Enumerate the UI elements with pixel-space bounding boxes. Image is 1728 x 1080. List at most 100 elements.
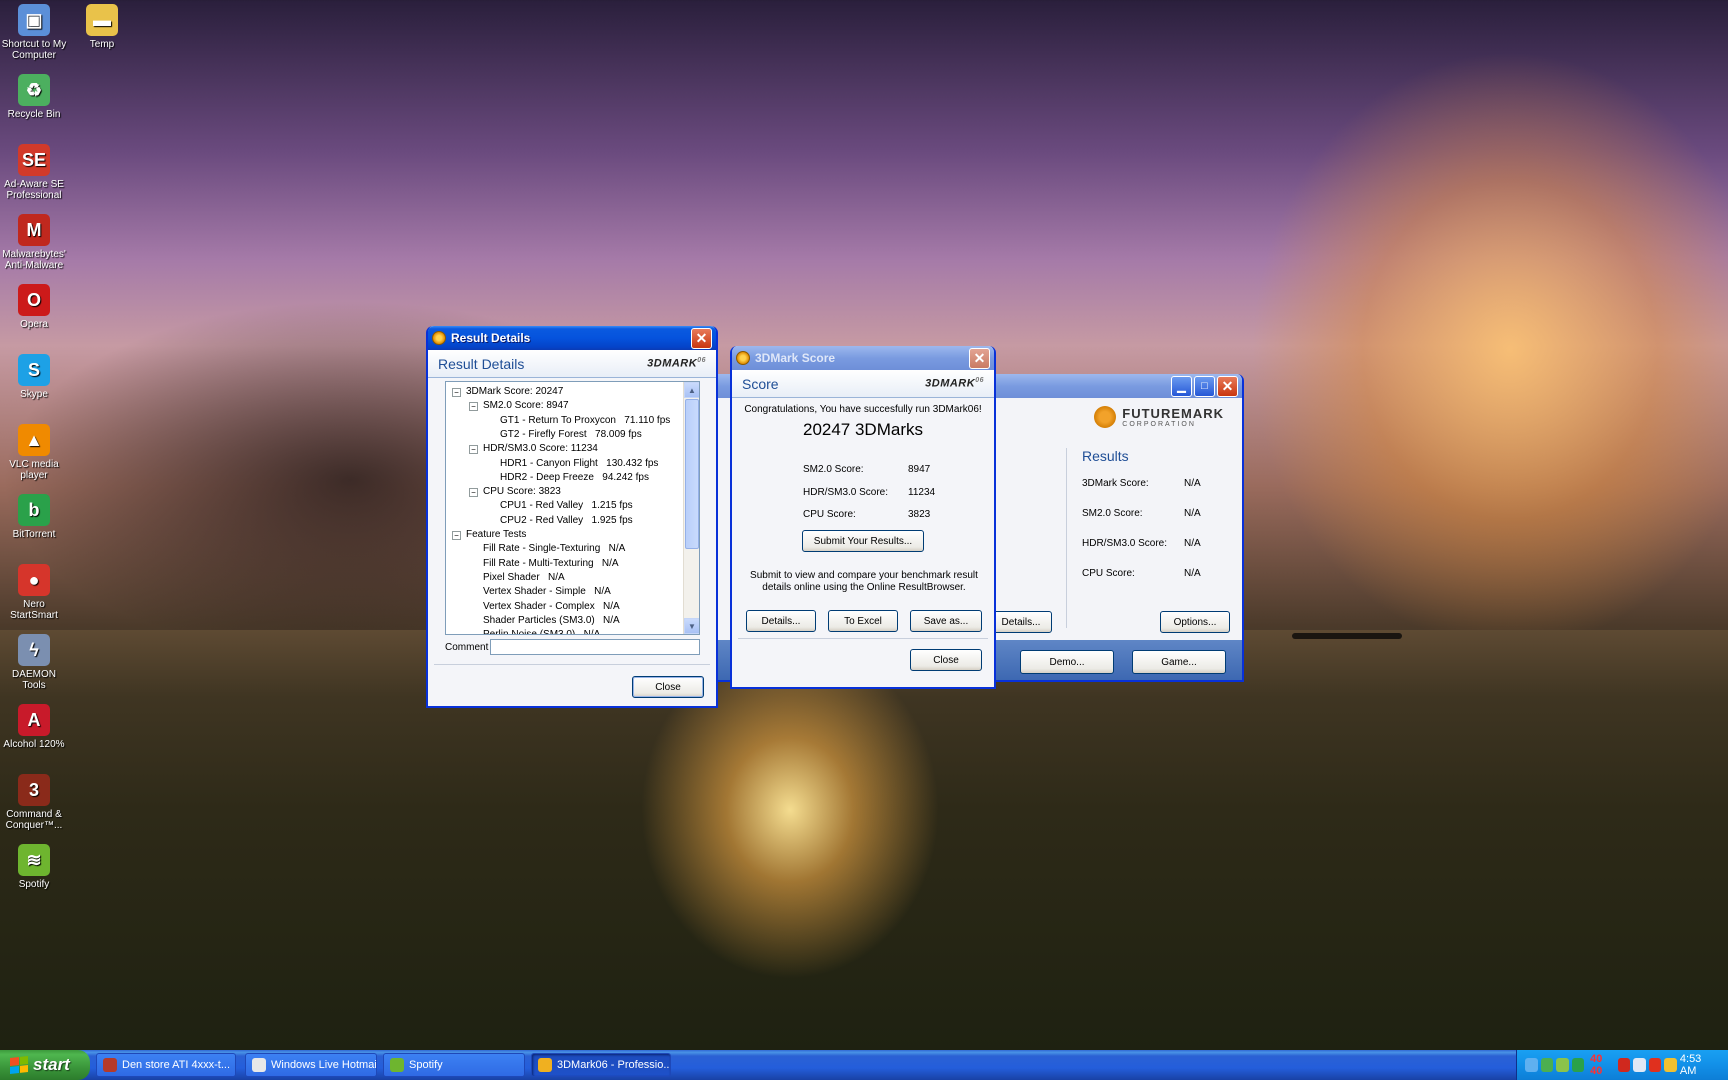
score-row-value: 3823 (908, 509, 931, 520)
tree-expander-icon[interactable]: − (469, 402, 478, 412)
desktop-icon-glyph: M (18, 214, 50, 246)
desktop-icon[interactable]: M Malwarebytes' Anti-Malware (0, 214, 68, 271)
desktop-icon-label: DAEMON Tools (12, 669, 56, 691)
tree-expander-icon[interactable]: − (469, 445, 478, 455)
score-row-value: 8947 (908, 464, 931, 475)
tree-item[interactable]: Fill Rate - Single-Texturing N/A (483, 543, 625, 554)
desktop-icon-label: Ad-Aware SE Professional (4, 179, 64, 201)
result-details-body: Result Details 3DMARK06 ▲ ▼ −3DMark Scor… (428, 350, 716, 706)
details-button[interactable]: Details... (746, 610, 816, 632)
result-details-titlebar[interactable]: Result Details ✕ (428, 326, 716, 350)
scroll-thumb[interactable] (685, 399, 699, 549)
desktop-icon[interactable]: O Opera (0, 284, 68, 330)
tree-expander-icon[interactable]: − (452, 388, 461, 397)
comment-field[interactable] (490, 639, 700, 655)
comment-label: Comment (445, 642, 489, 653)
options-button[interactable]: Options... (1160, 611, 1230, 633)
desktop-icon-label: Malwarebytes' Anti-Malware (2, 249, 66, 271)
tree-item[interactable]: GT1 - Return To Proxycon 71.110 fps (500, 415, 670, 426)
tree-item[interactable]: HDR2 - Deep Freeze 94.242 fps (500, 472, 649, 483)
tree-item[interactable]: CPU Score: 3823 (483, 486, 561, 497)
tray-bittorrent-icon[interactable] (1571, 1058, 1585, 1072)
score-dialog-titlebar[interactable]: 3DMark Score ✕ (732, 346, 994, 370)
tree-expander-icon[interactable]: − (469, 488, 478, 498)
to-excel-button[interactable]: To Excel (828, 610, 898, 632)
tray-daemon-icon[interactable] (1664, 1058, 1677, 1072)
tree-item[interactable]: Shader Particles (SM3.0) N/A (483, 615, 620, 626)
desktop-icon[interactable]: ▲ VLC media player (0, 424, 68, 481)
taskbar-button[interactable]: Spotify (383, 1053, 525, 1077)
desktop-icon[interactable]: ϟ DAEMON Tools (0, 634, 68, 691)
close-icon[interactable]: ✕ (969, 347, 990, 369)
futuremark-brand: FUTUREMARK (1122, 406, 1224, 421)
close-icon[interactable]: ✕ (1217, 375, 1238, 397)
tree-item[interactable]: Vertex Shader - Complex N/A (483, 601, 620, 612)
tree-item[interactable]: Vertex Shader - Simple N/A (483, 586, 611, 597)
desktop-icon-label: Nero StartSmart (10, 599, 58, 621)
tree-item[interactable]: CPU2 - Red Valley 1.925 fps (500, 515, 633, 526)
desktop-icon[interactable]: ▬ Temp (68, 4, 136, 50)
score-dialog[interactable]: 3DMark Score ✕ Score 3DMARK06 Congratula… (730, 346, 996, 689)
desktop-icon[interactable]: 3 Command & Conquer™... (0, 774, 68, 831)
submit-results-button[interactable]: Submit Your Results... (802, 530, 924, 552)
start-label: start (33, 1055, 70, 1074)
taskbar-button-label: Den store ATI 4xxx-t... (122, 1059, 230, 1071)
result-details-close-button[interactable]: Close (632, 676, 704, 698)
desktop-icon[interactable]: b BitTorrent (0, 494, 68, 540)
results-tree[interactable]: ▲ ▼ −3DMark Score: 20247− SM2.0 Score: 89… (445, 381, 700, 635)
tree-scrollbar[interactable]: ▲ ▼ (683, 382, 699, 634)
tray-network-icon[interactable] (1540, 1058, 1554, 1072)
tray-arrow-icon[interactable] (1525, 1058, 1538, 1072)
maximize-icon[interactable]: □ (1194, 375, 1215, 397)
desktop-icon[interactable]: ▣ Shortcut to My Computer (0, 4, 68, 61)
tree-item[interactable]: SM2.0 Score: 8947 (483, 400, 569, 411)
taskbar-button[interactable]: Den store ATI 4xxx-t... (96, 1053, 236, 1077)
start-button[interactable]: start (0, 1050, 90, 1080)
taskbar-button[interactable]: 3DMark06 - Professio... (531, 1053, 671, 1077)
scroll-down-icon[interactable]: ▼ (684, 618, 699, 634)
tray-volume-icon[interactable] (1633, 1058, 1646, 1072)
tree-expander-icon[interactable]: − (452, 531, 461, 540)
game-button[interactable]: Game... (1132, 650, 1226, 674)
tray-antivirus-icon[interactable] (1648, 1058, 1662, 1072)
desktop-icon[interactable]: ● Nero StartSmart (0, 564, 68, 621)
save-as-button[interactable]: Save as... (910, 610, 982, 632)
score-close-button[interactable]: Close (910, 649, 982, 671)
main-details-button[interactable]: Details... (990, 611, 1052, 633)
sky-glow (1250, 50, 1728, 650)
tray-ati-icon[interactable] (1617, 1058, 1631, 1072)
desktop-icon[interactable]: ≋ Spotify (0, 844, 68, 890)
demo-button[interactable]: Demo... (1020, 650, 1114, 674)
tray-security-icon[interactable] (1556, 1058, 1569, 1072)
3dmark-logo-text: 3DMARK (647, 357, 698, 370)
desktop-icon[interactable]: ♻ Recycle Bin (0, 74, 68, 120)
main-result-label: 3DMark Score: (1082, 478, 1149, 489)
result-details-window[interactable]: Result Details ✕ Result Details 3DMARK06… (426, 326, 718, 708)
close-icon[interactable]: ✕ (691, 327, 712, 349)
minimize-icon[interactable]: ▁ (1171, 375, 1192, 397)
desktop-icon[interactable]: A Alcohol 120% (0, 704, 68, 750)
tree-item[interactable]: HDR/SM3.0 Score: 11234 (483, 443, 598, 454)
desktop-icon-glyph: ≋ (18, 844, 50, 876)
3dmark-logo: 3DMARK06 (925, 377, 984, 390)
score-dialog-title: 3DMark Score (755, 351, 836, 365)
score-row-label: HDR/SM3.0 Score: (803, 486, 889, 498)
tree-item[interactable]: Pixel Shader N/A (483, 572, 565, 583)
tree-item[interactable]: GT2 - Firefly Forest 78.009 fps (500, 429, 642, 440)
desktop-icon[interactable]: SE Ad-Aware SE Professional (0, 144, 68, 201)
taskbar-button[interactable]: Windows Live Hotmail... (245, 1053, 377, 1077)
tree-item[interactable]: Fill Rate - Multi-Texturing N/A (483, 558, 619, 569)
desktop-icon-glyph: ▲ (18, 424, 50, 456)
scroll-up-icon[interactable]: ▲ (684, 382, 699, 398)
tree-item[interactable]: Perlin Noise (SM3.0) N/A (483, 629, 600, 634)
tree-item[interactable]: Feature Tests (466, 529, 526, 540)
taskbar-app-icon (252, 1058, 266, 1072)
tree-item[interactable]: 3DMark Score: 20247 (466, 386, 563, 397)
main-result-value: N/A (1184, 538, 1201, 549)
desktop-icon[interactable]: S Skype (0, 354, 68, 400)
taskbar-app-icon (390, 1058, 404, 1072)
tree-item[interactable]: HDR1 - Canyon Flight 130.432 fps (500, 458, 658, 469)
main-result-label: CPU Score: (1082, 568, 1135, 579)
score-row-label: SM2.0 Score: (803, 464, 864, 475)
tree-item[interactable]: CPU1 - Red Valley 1.215 fps (500, 500, 633, 511)
